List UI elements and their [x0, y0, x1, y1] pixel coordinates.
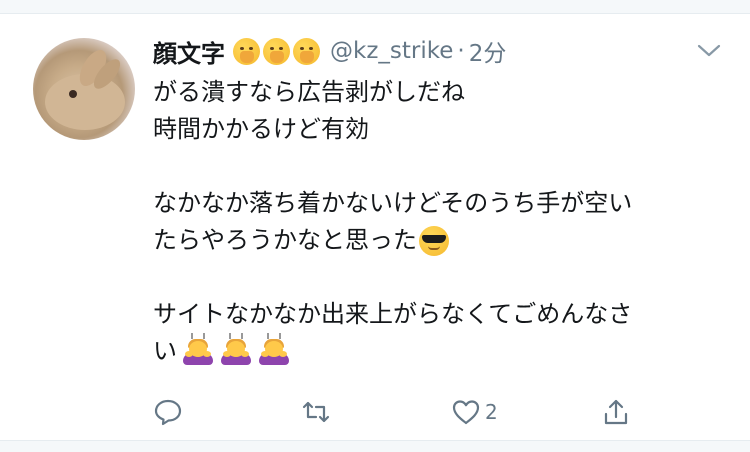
face-with-hand-over-mouth-icon	[293, 37, 320, 65]
tweet-text-line: なかなか落ち着かないけどそのうち手が空い	[153, 189, 633, 217]
person-bowing-icon	[181, 333, 215, 367]
retweet-button[interactable]	[301, 394, 331, 430]
tweet-text: がる潰すなら広告剥がしだね 時間かかるけど有効 なかなか落ち着かないけどそのうち…	[153, 74, 723, 370]
retweet-icon	[302, 401, 330, 423]
face-with-hand-over-mouth-icon	[233, 37, 260, 65]
author-handle[interactable]: @kz_strike	[330, 38, 453, 64]
avatar[interactable]	[33, 38, 135, 140]
tweet-text-line: サイトなかなか出来上がらなくてごめんなさ	[153, 300, 633, 328]
sunglasses-face-icon	[419, 226, 449, 256]
like-count: 2	[485, 400, 498, 424]
tweet-header: 顔文字 @kz_strike · 2分	[153, 34, 507, 69]
top-separator	[0, 0, 750, 14]
share-icon	[604, 399, 628, 425]
share-button[interactable]	[601, 394, 631, 430]
author-name[interactable]: 顔文字	[153, 34, 225, 69]
tweet-text-line: 時間かかるけど有効	[153, 115, 369, 143]
header-separator: ·	[457, 38, 465, 64]
chevron-down-icon[interactable]	[696, 40, 722, 60]
heart-icon	[452, 400, 480, 425]
tweet-text-segment: たらやろうかなと思った	[153, 226, 417, 254]
tweet-timestamp[interactable]: 2分	[469, 34, 507, 68]
person-bowing-icon	[257, 333, 291, 367]
face-with-hand-over-mouth-icon	[263, 37, 290, 65]
reply-button[interactable]	[153, 394, 183, 430]
tweet-actions: 2	[153, 394, 633, 430]
tweet-text-segment: い	[153, 337, 177, 365]
person-bowing-icon	[219, 333, 253, 367]
bottom-separator	[0, 440, 750, 452]
tweet-text-line	[153, 259, 723, 296]
tweet-text-line	[153, 148, 723, 185]
tweet[interactable]: 顔文字 @kz_strike · 2分 がる潰すなら広告剥がしだね 時間かかるけ…	[0, 14, 750, 440]
tweet-text-line-with-emoji: い	[153, 333, 723, 370]
reply-icon	[154, 399, 182, 426]
tweet-text-line: がる潰すなら広告剥がしだね	[153, 78, 465, 106]
avatar-rabbit-eye	[69, 90, 77, 98]
tweet-text-line-with-emoji: たらやろうかなと思った	[153, 222, 723, 259]
like-button[interactable]: 2	[451, 394, 498, 430]
